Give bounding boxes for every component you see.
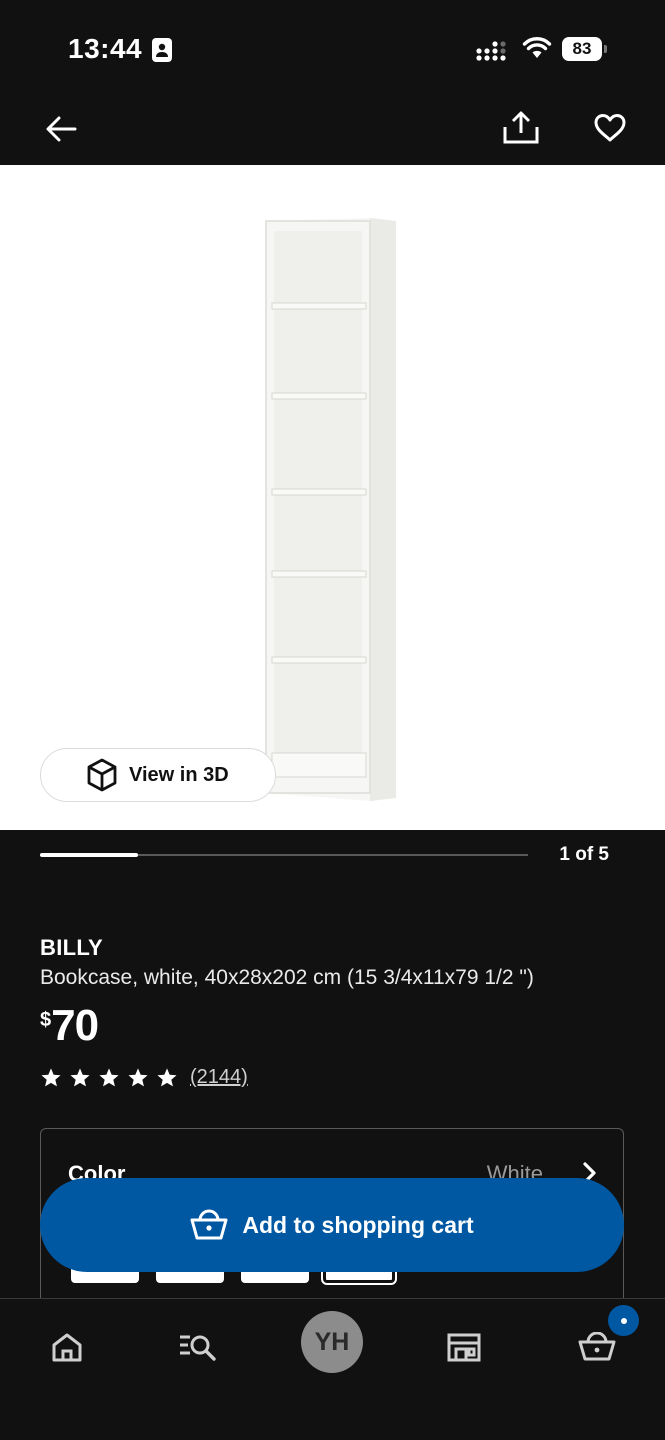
top-nav — [0, 92, 665, 165]
star-icon — [157, 1067, 177, 1086]
tab-search[interactable] — [170, 1319, 226, 1375]
favorite-button[interactable] — [588, 106, 632, 150]
cart-badge — [608, 1305, 639, 1336]
battery-indicator: 83 — [562, 37, 608, 61]
home-icon — [52, 1333, 82, 1362]
page-counter: 1 of 5 — [559, 844, 609, 865]
battery-level: 83 — [562, 37, 602, 61]
back-button[interactable] — [40, 108, 82, 150]
basket-icon — [190, 1206, 228, 1244]
product-description: Bookcase, white, 40x28x202 cm (15 3/4x11… — [40, 966, 534, 989]
tab-home[interactable] — [39, 1319, 95, 1375]
add-to-cart-label: Add to shopping cart — [242, 1211, 474, 1238]
star-icon — [41, 1067, 61, 1086]
tab-profile-avatar[interactable]: YH — [301, 1311, 363, 1373]
status-bar: 13:44 83 — [0, 0, 665, 92]
star-icon — [128, 1067, 148, 1086]
star-icon — [99, 1067, 119, 1086]
product-image-carousel[interactable]: View in 3D — [0, 165, 665, 830]
wifi-icon — [522, 37, 552, 58]
heart-icon — [594, 114, 626, 142]
bookcase-image — [265, 218, 396, 801]
cellular-signal-icon — [476, 41, 506, 61]
status-time: 13:44 — [68, 33, 143, 64]
battery-cap — [604, 45, 607, 53]
carousel-progress — [40, 853, 138, 857]
review-count-link[interactable]: (2144) — [190, 1066, 248, 1089]
share-icon — [503, 111, 539, 144]
carousel-indicator: 1 of 5 — [40, 840, 625, 870]
store-icon — [447, 1333, 481, 1362]
product-rating[interactable]: (2144) — [40, 1066, 248, 1089]
search-list-icon — [180, 1335, 216, 1361]
view-in-3d-label: View in 3D — [129, 763, 229, 786]
add-to-cart-button[interactable]: Add to shopping cart — [40, 1178, 624, 1272]
tab-stores[interactable] — [436, 1319, 492, 1375]
cube-3d-icon — [85, 758, 119, 792]
arrow-left-icon — [46, 116, 77, 142]
star-icon — [70, 1067, 90, 1086]
id-card-icon — [152, 38, 172, 62]
price-value: 70 — [51, 1001, 99, 1050]
share-button[interactable] — [499, 106, 543, 150]
basket-icon — [578, 1332, 616, 1361]
product-price: $70 — [40, 1001, 99, 1051]
carousel-track — [40, 853, 528, 857]
view-in-3d-button[interactable]: View in 3D — [40, 748, 276, 802]
price-currency: $ — [40, 1009, 52, 1031]
bottom-tab-bar: YH — [0, 1298, 665, 1440]
cart-badge-dot — [620, 1317, 627, 1324]
rating-stars — [40, 1067, 178, 1089]
product-name: BILLY — [40, 935, 104, 960]
